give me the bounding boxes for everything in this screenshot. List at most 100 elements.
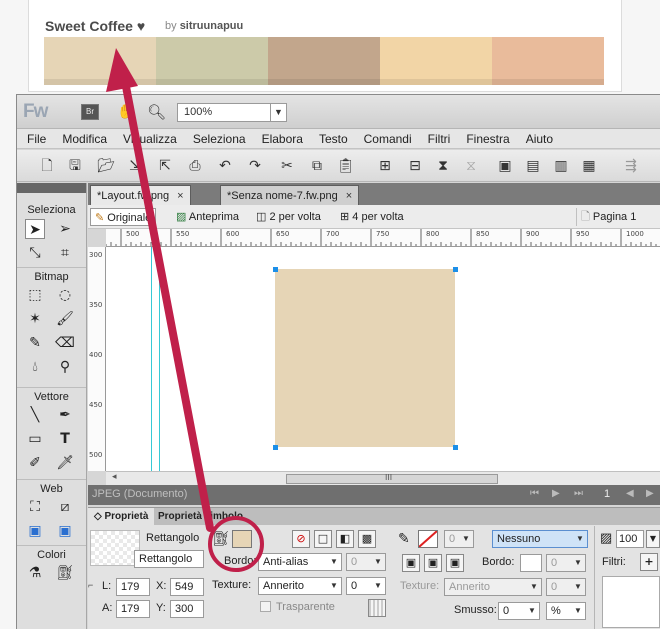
- fill-edge-select[interactable]: Anti-alias ▼: [258, 553, 342, 571]
- filters-list[interactable]: [602, 576, 660, 628]
- knife-tool-icon[interactable]: 🗡︎: [55, 453, 75, 473]
- view-original-button[interactable]: ✎ Originale: [90, 208, 157, 226]
- magic-wand-tool-icon[interactable]: ✶: [25, 309, 45, 329]
- guide-line[interactable]: [151, 247, 152, 471]
- view-4up-button[interactable]: ⊞ 4 per volta: [336, 208, 408, 226]
- chevron-down-icon[interactable]: ▼: [327, 578, 341, 594]
- stroke-texture-amount[interactable]: 0 ▼: [546, 578, 586, 596]
- stroke-edge-amount[interactable]: 0 ▼: [546, 554, 586, 572]
- roundness-field[interactable]: 0 ▼: [498, 602, 540, 620]
- selection-handle[interactable]: [453, 267, 458, 272]
- palette-swatch[interactable]: [156, 37, 268, 85]
- freeform-tool-icon[interactable]: ✐: [25, 453, 45, 473]
- line-tool-icon[interactable]: ╲: [25, 405, 45, 425]
- chevron-down-icon[interactable]: ▼: [270, 104, 286, 121]
- next-frame-icon[interactable]: ▶: [646, 488, 654, 499]
- subselect-tool-icon[interactable]: ➢: [55, 219, 75, 239]
- object-name-field[interactable]: Rettangolo: [134, 550, 204, 568]
- chevron-down-icon[interactable]: ▼: [371, 554, 385, 570]
- send-backward-icon[interactable]: ▥: [553, 158, 569, 174]
- scale-tool-icon[interactable]: ⤡: [25, 243, 45, 263]
- page-select[interactable]: 🗋 Pagina 1: [576, 208, 640, 226]
- rectangle-tool-icon[interactable]: ▭: [25, 429, 45, 449]
- export-icon[interactable]: ⇱: [157, 158, 173, 174]
- brush-tool-icon[interactable]: 🖌︎: [55, 309, 75, 329]
- menu-seleziona[interactable]: Seleziona: [193, 132, 246, 146]
- group-icon[interactable]: ⊞: [377, 158, 393, 174]
- prev-frame-icon[interactable]: ◀: [626, 488, 634, 499]
- hotspot-tool-icon[interactable]: ⛶: [25, 497, 45, 517]
- selection-handle[interactable]: [273, 267, 278, 272]
- menu-aiuto[interactable]: Aiuto: [526, 132, 553, 146]
- lasso-tool-icon[interactable]: ◌: [55, 285, 75, 305]
- chevron-down-icon[interactable]: ▼: [573, 531, 587, 547]
- last-frame-icon[interactable]: ⏭: [574, 488, 583, 499]
- fill-color-swatch[interactable]: [232, 530, 252, 548]
- stamp-tool-icon[interactable]: ⚲: [55, 357, 75, 377]
- menu-elabora[interactable]: Elabora: [262, 132, 303, 146]
- save-icon[interactable]: 🖫: [67, 158, 83, 174]
- document-canvas[interactable]: [106, 247, 660, 471]
- view-preview-button[interactable]: ▨ Anteprima: [172, 208, 243, 226]
- ruler-top[interactable]: 500 550 600 650 700 750 800 850 900 950 …: [106, 229, 660, 247]
- slice-tool-icon[interactable]: ⧄: [55, 497, 75, 517]
- palette-title[interactable]: Sweet Coffee ♥: [45, 18, 145, 34]
- cut-icon[interactable]: ✂: [279, 158, 295, 174]
- selected-rectangle[interactable]: [275, 269, 455, 447]
- join-icon[interactable]: ⧗: [435, 158, 451, 174]
- transparent-checkbox[interactable]: [260, 601, 271, 612]
- menu-finestra[interactable]: Finestra: [466, 132, 509, 146]
- y-field[interactable]: 300: [170, 600, 204, 618]
- copy-icon[interactable]: ⧉: [309, 158, 325, 174]
- chevron-down-icon[interactable]: ▼: [527, 579, 541, 595]
- menu-visualizza[interactable]: Visualizza: [123, 132, 177, 146]
- eyedropper-tool-icon[interactable]: ⚗: [25, 563, 45, 583]
- tab-symbol-properties[interactable]: Proprietà simbolo: [152, 508, 249, 525]
- hide-slices-icon[interactable]: ▣: [25, 521, 45, 541]
- play-icon[interactable]: ▶: [552, 488, 560, 499]
- paste-icon[interactable]: 📋︎: [337, 158, 355, 174]
- guide-line[interactable]: [159, 247, 160, 471]
- fill-texture-amount[interactable]: 0 ▼: [346, 577, 386, 595]
- palette-author[interactable]: sitruunapuu: [180, 20, 244, 32]
- chevron-down-icon[interactable]: ▼: [327, 554, 341, 570]
- show-slices-icon[interactable]: ▣: [55, 521, 75, 541]
- palette-swatch[interactable]: [492, 37, 604, 85]
- chevron-down-icon[interactable]: ▼: [525, 603, 539, 619]
- bring-forward-icon[interactable]: ▤: [525, 158, 541, 174]
- chevron-down-icon[interactable]: ▼: [371, 578, 385, 594]
- paint-bucket-tool-icon[interactable]: ⛽︎: [55, 563, 75, 583]
- open-folder-icon[interactable]: 📂︎: [97, 158, 115, 174]
- menu-comandi[interactable]: Comandi: [364, 132, 412, 146]
- lock-ratio-icon[interactable]: ⌐: [88, 580, 93, 590]
- menu-filtri[interactable]: Filtri: [428, 132, 451, 146]
- stroke-center-button[interactable]: ▣: [424, 554, 442, 572]
- menu-testo[interactable]: Testo: [319, 132, 348, 146]
- fill-edge-amount[interactable]: 0 ▼: [346, 553, 386, 571]
- split-icon[interactable]: ⧖: [463, 158, 479, 174]
- selection-handle[interactable]: [453, 445, 458, 450]
- text-tool-icon[interactable]: T: [55, 429, 75, 449]
- doc-tab-layout[interactable]: *Layout.fw.png ×: [90, 185, 191, 205]
- height-field[interactable]: 179: [116, 600, 150, 618]
- zoom-select[interactable]: 100% ▼: [177, 103, 287, 122]
- x-field[interactable]: 549: [170, 578, 204, 596]
- import-icon[interactable]: ⇲: [127, 158, 143, 174]
- chevron-down-icon[interactable]: ▼: [571, 603, 585, 619]
- close-icon[interactable]: ×: [346, 190, 352, 202]
- ungroup-icon[interactable]: ⊟: [407, 158, 423, 174]
- new-file-icon[interactable]: 🗋: [39, 158, 55, 174]
- fill-solid-button[interactable]: □: [314, 530, 332, 548]
- scroll-left-icon[interactable]: ◂: [112, 472, 117, 482]
- stroke-edge-field[interactable]: [520, 554, 542, 572]
- fill-none-button[interactable]: ⊘: [292, 530, 310, 548]
- fill-pattern-button[interactable]: ▩: [358, 530, 376, 548]
- palette-title-text[interactable]: Sweet Coffee: [45, 18, 133, 34]
- zoom-icon[interactable]: 🔍︎: [147, 104, 166, 120]
- fill-texture-select[interactable]: Annerito ▼: [258, 577, 342, 595]
- eraser-tool-icon[interactable]: ⌫: [55, 333, 75, 353]
- send-back-icon[interactable]: ▦: [581, 158, 597, 174]
- horizontal-scrollbar[interactable]: ◂ III: [106, 471, 660, 485]
- chevron-down-icon[interactable]: ▼: [571, 555, 585, 571]
- chevron-down-icon[interactable]: ▼: [571, 579, 585, 595]
